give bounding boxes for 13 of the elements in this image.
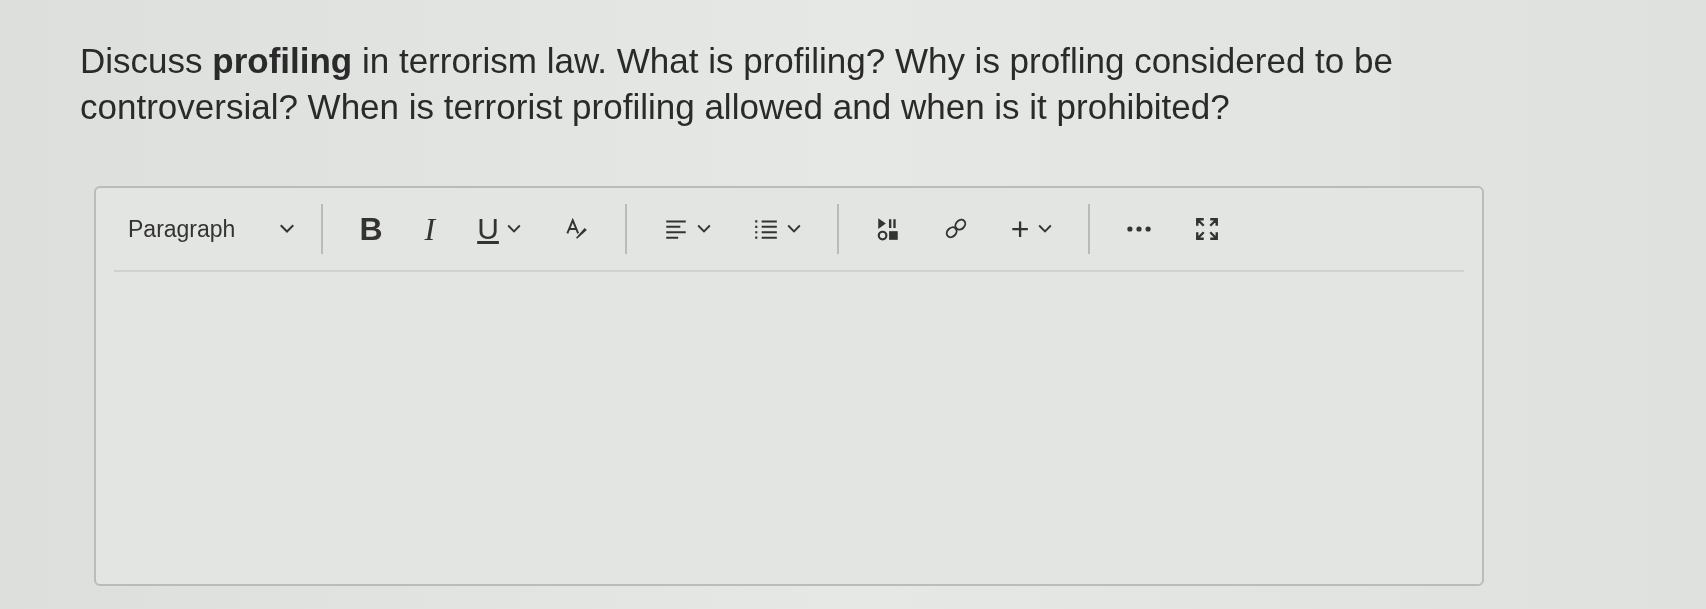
underline-button[interactable]: U [463, 206, 535, 252]
caret-icon [696, 224, 711, 234]
caret-icon [506, 224, 521, 234]
caret-icon [279, 224, 296, 234]
caret-icon [786, 224, 801, 234]
caret-icon [1037, 224, 1052, 234]
question-text: Discuss profiling in terrorism law. What is profiling? Why is profling considered to be controversial? When is terrorist profiling allowed and when is it prohibited? [80, 40, 1394, 128]
bold-button[interactable]: B [345, 204, 397, 254]
italic-button[interactable]: I [410, 204, 450, 254]
insert-button[interactable]: + [996, 204, 1066, 254]
more-icon [1125, 225, 1152, 233]
paragraph-dropdown[interactable]: Paragraph [124, 209, 300, 249]
fullscreen-icon [1193, 216, 1220, 242]
